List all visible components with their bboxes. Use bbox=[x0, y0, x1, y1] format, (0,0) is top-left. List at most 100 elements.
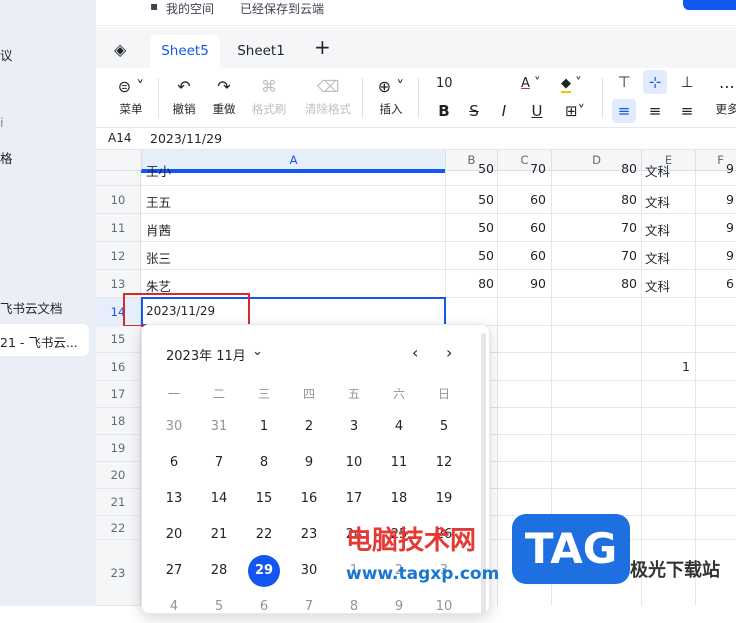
layers-icon[interactable]: ◈ bbox=[114, 40, 126, 59]
prev-month-icon[interactable]: ‹ bbox=[412, 343, 418, 362]
table-cell[interactable]: 50 bbox=[448, 161, 494, 176]
calendar-day[interactable]: 11 bbox=[383, 447, 415, 479]
chevron-down-icon[interactable]: ⌄ bbox=[252, 344, 263, 359]
calendar-day[interactable]: 8 bbox=[248, 447, 280, 479]
calendar-day[interactable]: 8 bbox=[338, 591, 370, 623]
calendar-day-selected[interactable]: 29 bbox=[248, 555, 280, 587]
align-top-icon[interactable]: ⊤ bbox=[612, 70, 636, 94]
calendar-day[interactable]: 13 bbox=[158, 483, 190, 515]
calendar-day[interactable]: 16 bbox=[293, 483, 325, 515]
insert-button[interactable]: ⊕ ˅ 插入 bbox=[372, 76, 410, 117]
calendar-day[interactable]: 15 bbox=[248, 483, 280, 515]
align-bottom-icon[interactable]: ⊥ bbox=[675, 70, 699, 94]
table-cell[interactable]: 90 bbox=[500, 276, 546, 291]
formula-input[interactable]: 2023/11/29 bbox=[150, 131, 222, 146]
redo-button[interactable]: ↷ 重做 bbox=[208, 76, 240, 117]
row-header[interactable] bbox=[96, 171, 141, 186]
table-cell[interactable]: 80 bbox=[448, 276, 494, 291]
row-header[interactable]: 11 bbox=[96, 214, 141, 242]
calendar-day[interactable]: 27 bbox=[158, 555, 190, 587]
row-header[interactable]: 19 bbox=[96, 435, 141, 462]
calendar-day[interactable]: 17 bbox=[338, 483, 370, 515]
breadcrumb-space[interactable]: 我的空间 bbox=[166, 0, 214, 17]
strikethrough-button[interactable]: S bbox=[462, 99, 486, 123]
calendar-day[interactable]: 19 bbox=[428, 483, 460, 515]
tab-sheet5[interactable]: Sheet5 bbox=[150, 35, 220, 68]
table-cell[interactable]: 1 bbox=[554, 359, 690, 374]
add-sheet-button[interactable]: + bbox=[314, 35, 331, 59]
calendar-day[interactable]: 9 bbox=[383, 591, 415, 623]
font-size-select[interactable]: 10 bbox=[436, 76, 453, 91]
next-month-icon[interactable]: › bbox=[446, 343, 452, 362]
more-button[interactable]: ⋯ 更多 bbox=[712, 76, 736, 117]
calendar-day[interactable]: 18 bbox=[383, 483, 415, 515]
font-color-button[interactable]: A ˅ bbox=[521, 76, 541, 91]
table-cell[interactable]: 王五 bbox=[146, 192, 171, 211]
calendar-day[interactable]: 12 bbox=[428, 447, 460, 479]
table-cell[interactable]: 肖茜 bbox=[146, 220, 171, 239]
menu-button[interactable]: ⊜ ˅ 菜单 bbox=[110, 76, 152, 117]
row-header[interactable]: 16 bbox=[96, 353, 141, 381]
calendar-day[interactable]: 10 bbox=[428, 591, 460, 623]
table-cell[interactable]: 80 bbox=[554, 192, 637, 207]
calendar-day[interactable]: 20 bbox=[158, 519, 190, 551]
table-cell[interactable]: 9 bbox=[726, 161, 734, 176]
table-cell[interactable]: 文科 bbox=[645, 161, 670, 180]
calendar-day[interactable]: 10 bbox=[338, 447, 370, 479]
table-cell[interactable]: 50 bbox=[448, 248, 494, 263]
calendar-day[interactable]: 5 bbox=[428, 411, 460, 443]
table-cell[interactable]: 70 bbox=[554, 220, 637, 235]
format-painter-button[interactable]: ⌘ 格式刷 bbox=[248, 76, 290, 117]
calendar-day[interactable]: 4 bbox=[158, 591, 190, 623]
calendar-day[interactable]: 2 bbox=[293, 411, 325, 443]
align-middle-icon[interactable]: ⊹ bbox=[643, 70, 667, 94]
table-cell[interactable]: 王小 bbox=[146, 161, 171, 180]
table-cell[interactable]: 文科 bbox=[645, 276, 670, 295]
calendar-day[interactable]: 23 bbox=[293, 519, 325, 551]
calendar-day[interactable]: 5 bbox=[203, 591, 235, 623]
calendar-day[interactable]: 1 bbox=[248, 411, 280, 443]
row-header[interactable]: 15 bbox=[96, 326, 141, 353]
table-cell[interactable]: 60 bbox=[500, 220, 546, 235]
align-center-icon[interactable]: ≡ bbox=[643, 99, 667, 123]
row-header[interactable]: 10 bbox=[96, 186, 141, 214]
fill-color-button[interactable]: ◆ ˅ bbox=[561, 76, 582, 93]
row-header[interactable]: 17 bbox=[96, 381, 141, 408]
calendar-day[interactable]: 4 bbox=[383, 411, 415, 443]
table-cell[interactable]: 9 bbox=[726, 248, 734, 263]
calendar-day[interactable]: 3 bbox=[338, 411, 370, 443]
row-header[interactable]: 18 bbox=[96, 408, 141, 435]
corner-cell[interactable] bbox=[96, 150, 141, 171]
calendar-day[interactable]: 28 bbox=[203, 555, 235, 587]
calendar-day[interactable]: 6 bbox=[248, 591, 280, 623]
table-cell[interactable]: 9 bbox=[726, 220, 734, 235]
calendar-day[interactable]: 7 bbox=[293, 591, 325, 623]
row-header[interactable]: 20 bbox=[96, 462, 141, 489]
undo-button[interactable]: ↶ 撤销 bbox=[168, 76, 200, 117]
month-year-selector[interactable]: 2023年 11月 bbox=[166, 345, 246, 364]
underline-button[interactable]: U bbox=[525, 99, 549, 123]
table-cell[interactable]: 张三 bbox=[146, 248, 171, 267]
tab-sheet1[interactable]: Sheet1 bbox=[228, 35, 294, 68]
row-header[interactable]: 23 bbox=[96, 540, 141, 606]
row-header[interactable]: 12 bbox=[96, 242, 141, 270]
sidebar-item-docs[interactable]: 飞书云文档 bbox=[0, 298, 63, 317]
table-cell[interactable]: 60 bbox=[500, 248, 546, 263]
share-button[interactable] bbox=[683, 0, 736, 10]
table-cell[interactable]: 70 bbox=[554, 248, 637, 263]
table-cell[interactable]: 70 bbox=[500, 161, 546, 176]
table-cell[interactable]: 文科 bbox=[645, 248, 670, 267]
calendar-day[interactable]: 14 bbox=[203, 483, 235, 515]
italic-button[interactable]: I bbox=[492, 99, 516, 123]
calendar-day[interactable]: 9 bbox=[293, 447, 325, 479]
sidebar-item[interactable]: 议 bbox=[0, 45, 13, 64]
table-cell[interactable]: 50 bbox=[448, 192, 494, 207]
calendar-day[interactable]: 30 bbox=[293, 555, 325, 587]
align-left-icon[interactable]: ≡ bbox=[612, 99, 636, 123]
calendar-day[interactable]: 22 bbox=[248, 519, 280, 551]
calendar-day[interactable]: 7 bbox=[203, 447, 235, 479]
table-cell[interactable]: 文科 bbox=[645, 192, 670, 211]
row-header[interactable]: 22 bbox=[96, 516, 141, 540]
calendar-day[interactable]: 6 bbox=[158, 447, 190, 479]
table-cell[interactable]: 60 bbox=[500, 192, 546, 207]
